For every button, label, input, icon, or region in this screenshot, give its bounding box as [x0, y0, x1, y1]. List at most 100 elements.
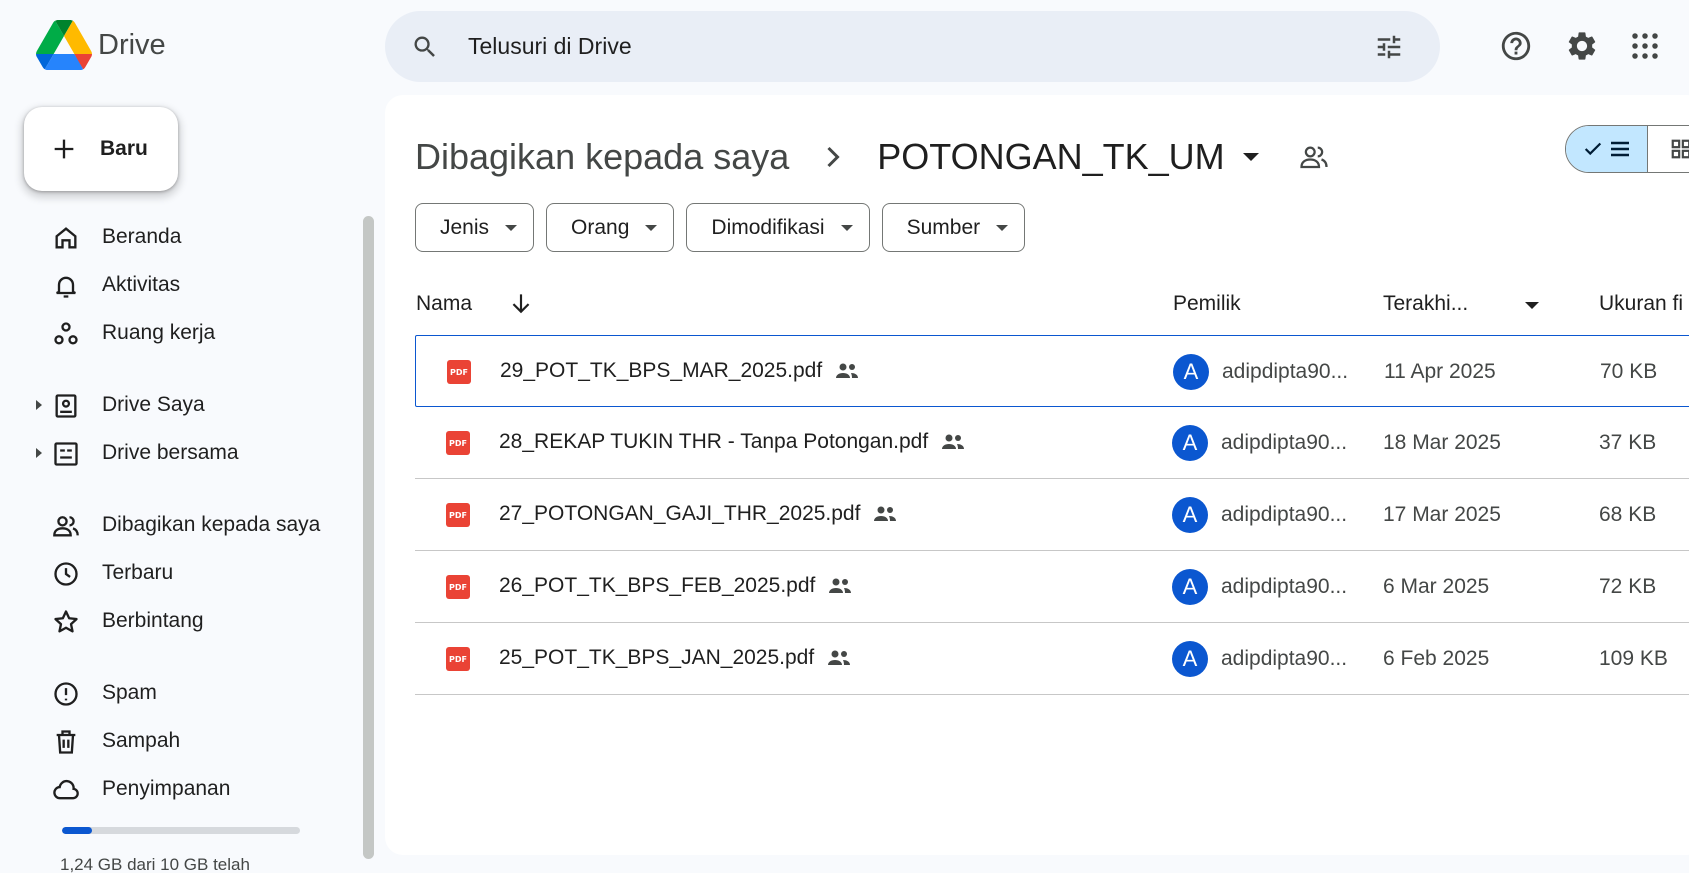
shared-drives-icon	[54, 442, 78, 466]
sort-arrow-down-icon[interactable]	[508, 290, 534, 316]
file-row[interactable]: PDF 28_REKAP TUKIN THR - Tanpa Potongan.…	[415, 407, 1689, 479]
file-size: 68 KB	[1599, 503, 1657, 526]
file-list: PDF 29_POT_TK_BPS_MAR_2025.pdf A adipdip…	[415, 335, 1689, 695]
modified-sort-dropdown-icon[interactable]	[1525, 302, 1539, 309]
grid-view-button[interactable]	[1648, 126, 1689, 172]
check-icon	[1584, 142, 1601, 156]
sidebar-item-label: Drive bersama	[102, 441, 239, 464]
sidebar-item-label: Ruang kerja	[102, 321, 216, 344]
list-view-button[interactable]	[1566, 126, 1648, 172]
owner-name: adipdipta90...	[1221, 431, 1348, 454]
table-header: Nama Pemilik Terakhi... Ukuran fi	[415, 280, 1689, 330]
help-icon	[1501, 31, 1531, 61]
sidebar-item-home[interactable]: Beranda	[30, 215, 360, 259]
file-size: 72 KB	[1599, 575, 1657, 598]
pdf-file-icon: PDF	[446, 647, 470, 671]
workspaces-icon	[54, 322, 78, 345]
column-header-name[interactable]: Nama	[416, 292, 472, 316]
plus-icon	[54, 139, 74, 159]
sidebar-item-trash[interactable]: Sampah	[30, 719, 360, 763]
sidebar-item-recent[interactable]: Terbaru	[30, 551, 360, 595]
filter-chip-people[interactable]: Orang	[546, 203, 675, 252]
grid-view-icon	[1671, 139, 1689, 159]
main-panel: Dibagikan kepada saya POTONGAN_TK_UM Jen…	[385, 95, 1689, 855]
column-header-modified[interactable]: Terakhi...	[1383, 292, 1468, 316]
file-name: 27_POTONGAN_GAJI_THR_2025.pdf	[499, 502, 861, 525]
file-row[interactable]: PDF 27_POTONGAN_GAJI_THR_2025.pdf A adip…	[415, 479, 1689, 551]
file-row[interactable]: PDF 26_POT_TK_BPS_FEB_2025.pdf A adipdip…	[415, 551, 1689, 623]
filter-chip-source[interactable]: Sumber	[881, 203, 1026, 252]
file-name: 28_REKAP TUKIN THR - Tanpa Potongan.pdf	[499, 430, 929, 453]
owner-name: adipdipta90...	[1221, 647, 1348, 670]
owner-name: adipdipta90...	[1221, 575, 1348, 598]
filter-chips: Jenis Orang Dimodifikasi Sumber	[415, 203, 1037, 252]
bell-icon	[56, 276, 76, 298]
folder-menu-dropdown-icon[interactable]	[1242, 153, 1259, 161]
column-header-owner[interactable]: Pemilik	[1173, 292, 1241, 316]
owner-name: adipdipta90...	[1222, 360, 1349, 383]
sidebar-item-label: Terbaru	[102, 561, 174, 584]
sidebar-item-spam[interactable]: Spam	[30, 671, 360, 715]
search-input[interactable]	[468, 11, 1348, 82]
sidebar-item-label: Beranda	[102, 225, 182, 248]
file-row[interactable]: PDF 25_POT_TK_BPS_JAN_2025.pdf A adipdip…	[415, 623, 1689, 695]
help-button[interactable]	[1496, 26, 1536, 66]
new-button[interactable]: Baru	[24, 107, 178, 191]
sidebar-item-starred[interactable]: Berbintang	[30, 599, 360, 643]
filter-chip-label: Sumber	[906, 215, 981, 239]
storage-bar	[62, 827, 300, 834]
filter-chip-label: Dimodifikasi	[711, 215, 825, 239]
apps-button[interactable]	[1625, 26, 1665, 66]
sidebar-item-shared-drives[interactable]: Drive bersama	[30, 431, 360, 475]
chevron-right-icon	[827, 146, 840, 168]
owner-avatar: A	[1172, 425, 1208, 461]
cloud-icon	[53, 779, 79, 800]
sidebar-item-shared-with-me[interactable]: Dibagikan kepada saya	[30, 503, 360, 547]
settings-icon	[1568, 32, 1596, 60]
owner-avatar: A	[1172, 497, 1208, 533]
my-drive-icon	[55, 394, 77, 418]
owner-name: adipdipta90...	[1221, 503, 1348, 526]
owner-avatar: A	[1173, 354, 1209, 390]
pdf-file-icon: PDF	[446, 431, 470, 455]
owner-avatar: A	[1172, 641, 1208, 677]
pdf-file-icon: PDF	[447, 360, 471, 384]
sidebar-scrollbar[interactable]	[363, 216, 374, 859]
star-icon	[54, 610, 78, 633]
list-view-icon	[1610, 141, 1629, 157]
breadcrumb: Dibagikan kepada saya POTONGAN_TK_UM	[415, 127, 1329, 187]
breadcrumb-parent[interactable]: Dibagikan kepada saya	[415, 136, 789, 178]
apps-grid-icon	[1632, 33, 1658, 59]
shared-people-icon	[874, 506, 897, 521]
search-icon[interactable]	[411, 33, 439, 61]
dropdown-arrow-icon	[505, 224, 518, 231]
expand-caret-icon[interactable]	[36, 448, 42, 458]
modified-date: 6 Feb 2025	[1383, 647, 1490, 670]
sidebar-item-activity[interactable]: Aktivitas	[30, 263, 360, 307]
file-name: 25_POT_TK_BPS_JAN_2025.pdf	[499, 646, 815, 669]
sidebar-item-label: Drive Saya	[102, 393, 205, 416]
sidebar-item-my-drive[interactable]: Drive Saya	[30, 383, 360, 427]
search-bar[interactable]	[385, 11, 1440, 82]
expand-caret-icon[interactable]	[36, 400, 42, 410]
search-options-icon[interactable]	[1374, 32, 1404, 62]
sidebar-item-workspaces[interactable]: Ruang kerja	[30, 311, 360, 355]
sidebar-item-storage[interactable]: Penyimpanan	[30, 767, 360, 811]
drive-logo[interactable]: Drive	[36, 20, 166, 70]
owner-avatar: A	[1172, 569, 1208, 605]
sidebar-item-label: Dibagikan kepada saya	[102, 513, 321, 536]
file-row[interactable]: PDF 29_POT_TK_BPS_MAR_2025.pdf A adipdip…	[415, 335, 1689, 407]
column-header-size[interactable]: Ukuran fi	[1599, 292, 1683, 316]
settings-button[interactable]	[1562, 26, 1602, 66]
file-size: 37 KB	[1599, 431, 1657, 454]
shared-folder-icon[interactable]	[1299, 142, 1329, 172]
trash-icon	[56, 730, 76, 754]
pdf-file-icon: PDF	[446, 575, 470, 599]
filter-chip-label: Orang	[571, 215, 630, 239]
storage-bar-fill	[62, 827, 92, 834]
modified-date: 17 Mar 2025	[1383, 503, 1501, 526]
filter-chip-type[interactable]: Jenis	[415, 203, 535, 252]
sidebar-item-label: Aktivitas	[102, 273, 181, 296]
filter-chip-modified[interactable]: Dimodifikasi	[686, 203, 870, 252]
breadcrumb-current[interactable]: POTONGAN_TK_UM	[877, 136, 1224, 178]
